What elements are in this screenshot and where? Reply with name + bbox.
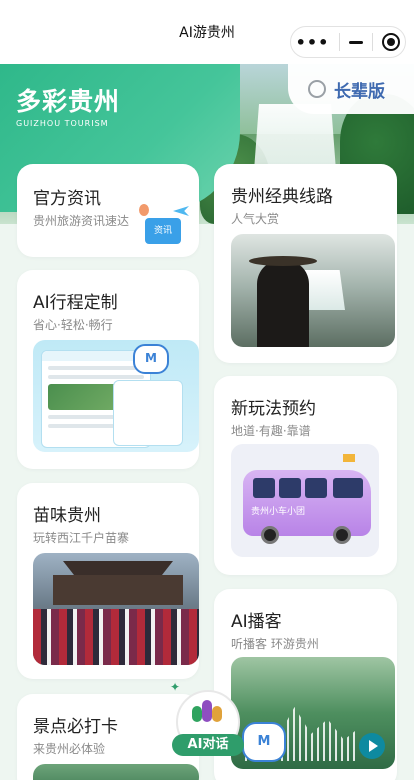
capsule-divider xyxy=(338,33,340,51)
ai-itinerary-image xyxy=(33,340,199,452)
miao-village-image xyxy=(33,553,199,665)
tour-bus-image: 贵州小车小团 xyxy=(231,444,379,557)
card-official-news[interactable]: 官方资讯 贵州旅游资讯速达 资讯 xyxy=(17,164,199,257)
card-title: AI行程定制 xyxy=(33,293,118,313)
card-new-play-booking[interactable]: 新玩法预约 地道·有趣·靠谱 贵州小车小团 xyxy=(214,376,397,575)
robot-mascot-icon xyxy=(133,344,169,374)
plane-icon xyxy=(173,206,189,216)
ai-chat-button[interactable]: AI对话 xyxy=(172,690,244,760)
waterfall-photo xyxy=(231,234,395,347)
card-subtitle: 贵州旅游资讯速达 xyxy=(33,214,130,228)
card-subtitle: 来贵州必体验 xyxy=(33,742,106,756)
card-classic-routes[interactable]: 贵州经典线路 人气大赏 xyxy=(214,164,397,363)
miniprogram-capsule: ••• xyxy=(290,26,406,58)
news-board: 资讯 xyxy=(145,218,181,244)
top-nav-bar: AI游贵州 ••• xyxy=(0,0,414,64)
brand-english: GUIZHOU TOURISM xyxy=(16,119,109,128)
card-title: AI播客 xyxy=(231,612,282,632)
elder-mode-toggle[interactable]: 长辈版 xyxy=(288,64,414,114)
phone-mockup xyxy=(113,380,183,446)
close-target-icon[interactable] xyxy=(382,33,401,51)
card-subtitle: 省心·轻松·畅行 xyxy=(33,318,113,332)
play-icon[interactable] xyxy=(359,733,385,759)
card-title: 官方资讯 xyxy=(33,189,101,209)
scenic-image xyxy=(33,764,199,780)
flag-icon xyxy=(343,454,355,462)
radio-icon[interactable] xyxy=(308,80,326,98)
more-icon[interactable]: ••• xyxy=(296,33,330,52)
card-subtitle: 地道·有趣·靠谱 xyxy=(231,424,311,438)
minimize-icon[interactable] xyxy=(348,40,363,44)
ai-chat-label[interactable]: AI对话 xyxy=(172,734,244,756)
card-title: 新玩法预约 xyxy=(231,399,316,419)
bus-icon: 贵州小车小团 xyxy=(243,470,371,544)
card-title: 贵州经典线路 xyxy=(231,187,333,207)
brand-name: 多彩贵州 xyxy=(16,87,121,116)
card-subtitle: 听播客 环游贵州 xyxy=(231,637,319,651)
guizhou-logo-icon xyxy=(192,700,222,726)
capsule-divider xyxy=(372,33,374,51)
news-illustration-icon: 资讯 xyxy=(139,204,189,252)
card-subtitle: 人气大赏 xyxy=(231,212,280,226)
card-subtitle: 玩转西江千户苗寨 xyxy=(33,531,130,545)
card-title: 苗味贵州 xyxy=(33,506,101,526)
card-title: 景点必打卡 xyxy=(33,717,118,737)
robot-mascot-icon xyxy=(242,722,286,762)
bus-text: 贵州小车小团 xyxy=(251,507,306,517)
balloon-icon xyxy=(139,204,149,216)
card-ai-itinerary[interactable]: AI行程定制 省心·轻松·畅行 xyxy=(17,270,199,469)
brand-logo: 多彩贵州 GUIZHOU TOURISM xyxy=(16,82,120,128)
elder-mode-label: 长辈版 xyxy=(334,81,385,102)
nav-title: AI游贵州 xyxy=(179,25,235,41)
card-miao-guizhou[interactable]: 苗味贵州 玩转西江千户苗寨 xyxy=(17,483,199,679)
